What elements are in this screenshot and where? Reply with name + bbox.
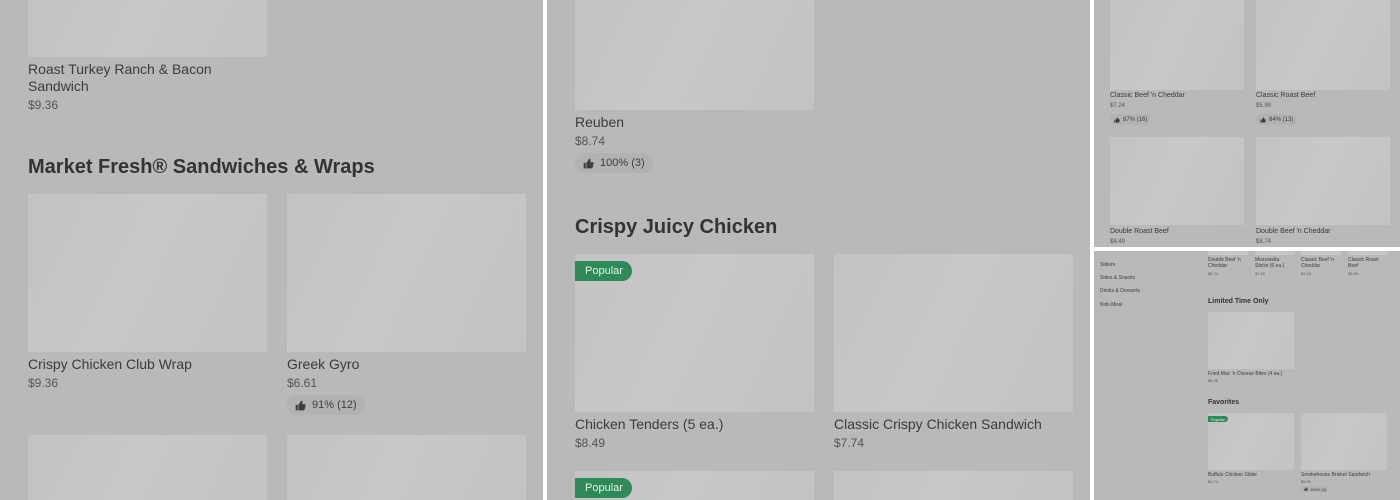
item-image-greek-gyro[interactable] — [287, 194, 526, 352]
item-name[interactable]: Double Beef 'n Cheddar — [1256, 228, 1331, 235]
item-image[interactable] — [834, 471, 1073, 500]
item-price: $5.36 — [1208, 378, 1219, 383]
item-price: $8.49 — [1110, 239, 1126, 245]
item-name[interactable]: Double Roast Beef — [1110, 228, 1169, 235]
item-price: $9.99 — [1301, 479, 1312, 484]
item-price: $5.99 — [1256, 103, 1272, 109]
screenshot-panel-2: Reuben $8.74 100% (3) Crispy Juicy Chick… — [547, 0, 1090, 500]
item-image-classic-beef-cheddar[interactable] — [1110, 0, 1244, 90]
item-price: $9.36 — [28, 98, 59, 112]
item-image[interactable] — [1208, 251, 1248, 255]
rating-pill: 87% (16) — [1110, 114, 1152, 125]
item-price: $7.24 — [1301, 271, 1312, 276]
thumbs-up-icon — [583, 158, 594, 169]
rating-text: 84% (13) — [1269, 116, 1294, 123]
item-name[interactable]: Chicken Tenders (5 ea.) — [575, 416, 723, 432]
popular-badge: Popular — [1208, 416, 1228, 422]
item-image-double-roast-beef[interactable] — [1110, 137, 1244, 225]
item-price: $9.36 — [28, 376, 59, 390]
item-price: $8.74 — [1208, 271, 1219, 276]
item-image-classic-crispy-chicken[interactable] — [834, 254, 1073, 412]
item-name-line2[interactable]: Sticks (6 ea.) — [1255, 263, 1284, 269]
item-price: $8.49 — [575, 436, 606, 450]
item-price: $6.61 — [287, 376, 318, 390]
item-image[interactable] — [1255, 251, 1295, 255]
item-name[interactable]: Buffalo Chicken Slider — [1208, 472, 1257, 478]
item-name-line2[interactable]: Cheddar — [1301, 263, 1320, 269]
screenshot-panel-1: Roast Turkey Ranch & Bacon Sandwich $9.3… — [0, 0, 543, 500]
item-name-line2[interactable]: Sandwich — [28, 78, 89, 94]
item-image-crispy-chicken-club-wrap[interactable] — [28, 194, 267, 352]
rating-text: 91% (12) — [312, 399, 357, 411]
item-price: $8.74 — [575, 134, 606, 148]
item-image-roast-turkey[interactable] — [28, 0, 267, 57]
item-image[interactable] — [1348, 251, 1388, 255]
item-name[interactable]: Classic Crispy Chicken Sandwich — [834, 416, 1042, 432]
item-name[interactable]: Fried Mac 'n Cheese Bites (4 ea.) — [1208, 371, 1282, 377]
item-price: $7.49 — [1255, 271, 1266, 276]
popular-badge: Popular — [575, 478, 632, 498]
item-image[interactable] — [287, 435, 526, 500]
item-price: $8.74 — [1256, 239, 1272, 245]
item-name[interactable]: Reuben — [575, 114, 624, 130]
item-name[interactable]: Classic Roast Beef — [1256, 92, 1315, 99]
rating-text: 100% (3) — [600, 157, 645, 169]
section-heading: Favorites — [1208, 399, 1240, 406]
sidebar-item-kids-meal[interactable]: Kids Meal — [1100, 302, 1122, 308]
section-heading: Limited Time Only — [1208, 298, 1269, 305]
item-name[interactable]: Smokehouse Brisket Sandwich — [1301, 472, 1370, 478]
rating-pill: 100% (3) — [1301, 486, 1330, 492]
rating-pill: 84% (13) — [1256, 114, 1298, 125]
item-price: $7.74 — [834, 436, 865, 450]
sidebar-item-sliders[interactable]: Sliders — [1100, 262, 1115, 268]
item-name-line2[interactable]: Beef — [1348, 263, 1358, 269]
rating-text: 87% (16) — [1123, 116, 1148, 123]
item-name[interactable]: Classic Beef 'n Cheddar — [1110, 92, 1185, 99]
item-name-line2[interactable]: Cheddar — [1208, 263, 1227, 269]
rating-pill: 91% (12) — [287, 395, 365, 415]
sidebar-item-sides-snacks[interactable]: Sides & Snacks — [1100, 275, 1135, 281]
item-image-double-beef-cheddar[interactable] — [1256, 137, 1390, 225]
item-image-reuben[interactable] — [575, 0, 814, 110]
item-price: $7.24 — [1110, 103, 1126, 109]
rating-text: 100% (3) — [1310, 486, 1327, 492]
thumbs-up-icon — [1114, 116, 1120, 123]
screenshot-panel-4: Sliders Sides & Snacks Drinks & Desserts… — [1094, 251, 1400, 500]
item-image[interactable] — [28, 435, 267, 500]
item-image-smokehouse-brisket[interactable] — [1301, 413, 1387, 470]
item-price: $2.74 — [1208, 479, 1219, 484]
item-price: $5.99 — [1348, 271, 1359, 276]
popular-badge: Popular — [575, 261, 632, 281]
section-heading: Market Fresh® Sandwiches & Wraps — [28, 156, 375, 178]
thumbs-up-icon — [1304, 487, 1308, 491]
item-name[interactable]: Greek Gyro — [287, 356, 359, 372]
sidebar-item-drinks-desserts[interactable]: Drinks & Desserts — [1100, 288, 1140, 294]
screenshot-panel-3: Classic Beef 'n Cheddar $7.24 87% (16) C… — [1094, 0, 1400, 247]
item-name[interactable]: Roast Turkey Ranch & Bacon — [28, 61, 212, 77]
item-image-fried-mac-cheese[interactable] — [1208, 312, 1294, 369]
rating-pill: 100% (3) — [575, 153, 653, 173]
item-image[interactable] — [1301, 251, 1341, 255]
section-heading: Crispy Juicy Chicken — [575, 216, 778, 238]
item-name[interactable]: Crispy Chicken Club Wrap — [28, 356, 192, 372]
thumbs-up-icon — [295, 400, 306, 411]
thumbs-up-icon — [1260, 116, 1266, 123]
item-image-classic-roast-beef[interactable] — [1256, 0, 1390, 90]
